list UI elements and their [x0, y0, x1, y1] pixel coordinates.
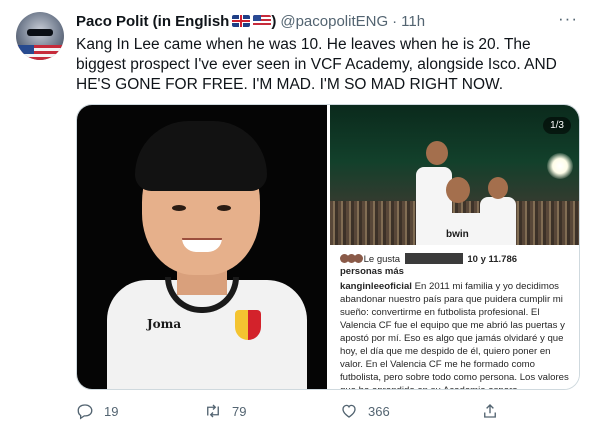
retweet-button[interactable]: 79 [204, 398, 246, 424]
timestamp[interactable]: 11h [401, 13, 425, 30]
floodlight-shape [547, 153, 573, 179]
retweet-count: 79 [232, 403, 247, 419]
media-image-2[interactable]: bwin 1/3 Le gusta 10 y 11.786 personas m… [330, 105, 579, 389]
caption-text: En 2011 mi familia y yo decidimos abando… [340, 281, 569, 389]
instagram-caption: kanginleeoficial En 2011 mi familia y yo… [340, 280, 576, 389]
likes-tail: personas más [340, 266, 404, 277]
sponsor-logo: bwin [446, 229, 469, 240]
player-head-shape [426, 141, 448, 165]
separator-dot: · [392, 12, 398, 30]
media-image-1[interactable]: Joma [77, 105, 327, 389]
more-options-button[interactable]: ··· [558, 9, 578, 29]
liker-avatar-icon [354, 254, 363, 263]
likes-prefix: Le gusta [363, 254, 401, 265]
uk-flag-icon [232, 15, 251, 27]
media-grid: Joma bwin 1/3 Le gusta 10 y 11.786 perso… [76, 104, 580, 390]
likes-suffix: 10 y 11.786 [467, 254, 518, 265]
tweet-header: Paco Polit (in English ) @pacopolitENG ·… [76, 9, 578, 31]
eye-shape [217, 205, 231, 211]
author-handle[interactable]: @pacopolitENG [280, 13, 388, 30]
reply-count: 19 [104, 403, 119, 419]
redacted-name [404, 253, 463, 264]
player-head-shape [446, 177, 470, 203]
eye-shape [172, 205, 186, 211]
reply-button[interactable]: 19 [76, 398, 118, 424]
tweet-text: Kang In Lee came when he was 10. He leav… [76, 36, 557, 93]
jersey-brand-logo: Joma [147, 317, 182, 331]
like-count: 366 [368, 403, 390, 419]
sunglasses-shape [27, 29, 53, 36]
us-flag-icon [253, 15, 272, 27]
hair-shape [135, 121, 267, 191]
action-bar: 19 79 366 [76, 398, 576, 424]
club-crest-icon [235, 310, 261, 340]
reply-icon [77, 404, 93, 420]
avatar[interactable] [16, 12, 64, 60]
share-button[interactable] [481, 398, 509, 424]
player-head-shape [488, 177, 508, 199]
avatar-flag-shape [16, 45, 64, 60]
caption-user: kanginleeoficial [340, 281, 412, 292]
like-button[interactable]: 366 [340, 398, 390, 424]
author-name-suffix: ) [271, 12, 277, 30]
retweet-icon [207, 404, 219, 418]
image-counter: 1/3 [543, 117, 571, 134]
heart-icon [342, 404, 356, 418]
instagram-likes: Le gusta 10 y 11.786 personas más [340, 253, 575, 278]
author-name[interactable]: Paco Polit (in English [76, 13, 229, 30]
share-icon [484, 404, 496, 418]
